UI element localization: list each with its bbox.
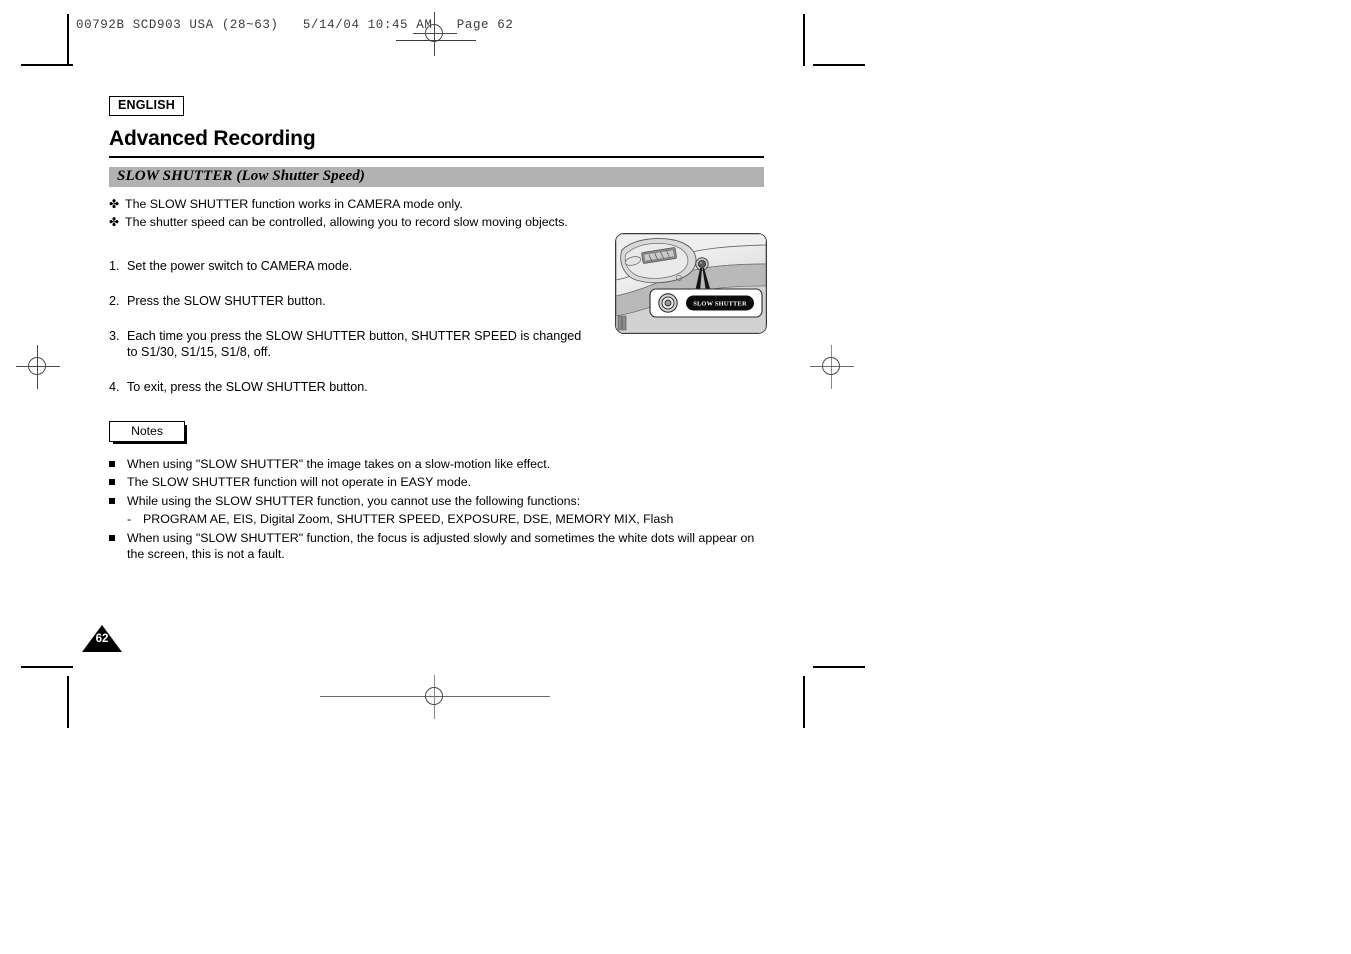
title-divider	[109, 155, 764, 158]
note-text: The SLOW SHUTTER function will not opera…	[127, 475, 472, 490]
page-number-text: 62	[95, 633, 109, 645]
page-title: Advanced Recording	[109, 126, 316, 150]
list-item: When using "SLOW SHUTTER" the image take…	[109, 456, 769, 473]
step-number: 4.	[109, 379, 120, 394]
notes-list: When using "SLOW SHUTTER" the image take…	[109, 456, 769, 563]
club-bullet-icon: ✤	[109, 196, 120, 211]
prepress-header-text: 00792B SCD903 USA (28~63) 5/14/04 10:45 …	[76, 18, 514, 32]
club-bullet-icon: ✤	[109, 214, 120, 229]
dash-marker: -	[127, 512, 132, 527]
list-item-sub: - PROGRAM AE, EIS, Digital Zoom, SHUTTER…	[109, 511, 769, 528]
note-text: When using "SLOW SHUTTER" the image take…	[127, 456, 551, 471]
crop-mark-bottom-right-horizontal	[813, 666, 865, 668]
notes-label: Notes	[109, 420, 185, 442]
step-number: 3.	[109, 328, 120, 343]
crop-mark-top-left-horizontal	[21, 64, 73, 66]
square-bullet-icon	[109, 530, 127, 541]
list-item: The SLOW SHUTTER function will not opera…	[109, 474, 769, 491]
step-text: Press the SLOW SHUTTER button.	[127, 293, 326, 308]
intro-item-text: The SLOW SHUTTER function works in CAMER…	[125, 196, 463, 211]
language-badge: ENGLISH	[109, 96, 184, 116]
registration-circle	[822, 357, 840, 375]
note-sub-text: PROGRAM AE, EIS, Digital Zoom, SHUTTER S…	[143, 512, 674, 527]
crop-mark-bottom-right-vertical	[803, 676, 805, 728]
list-item: 1. Set the power switch to CAMERA mode.	[109, 258, 589, 274]
list-item: 2. Press the SLOW SHUTTER button.	[109, 293, 589, 309]
registration-circle	[28, 357, 46, 375]
list-item: ✤ The SLOW SHUTTER function works in CAM…	[109, 196, 769, 213]
note-text: While using the SLOW SHUTTER function, y…	[127, 493, 581, 508]
registration-circle	[425, 687, 443, 705]
slow-shutter-physical-button	[695, 257, 709, 271]
square-bullet-icon	[109, 474, 127, 486]
list-item: When using "SLOW SHUTTER" function, the …	[109, 530, 769, 563]
registration-mark-left	[16, 345, 60, 389]
crop-mark-bottom-left-vertical	[67, 676, 69, 728]
step-text: Each time you press the SLOW SHUTTER but…	[127, 328, 582, 359]
step-text: Set the power switch to CAMERA mode.	[127, 258, 353, 273]
crop-mark-bottom-left-horizontal	[21, 666, 73, 668]
page-number-marker: 62	[82, 625, 122, 652]
section-title: SLOW SHUTTER (Low Shutter Speed)	[117, 168, 365, 185]
step-number: 1.	[109, 258, 120, 273]
section-header-band: SLOW SHUTTER (Low Shutter Speed)	[109, 166, 764, 187]
step-number: 2.	[109, 293, 120, 308]
crop-mark-top-right-horizontal	[813, 64, 865, 66]
instruction-steps: 1. Set the power switch to CAMERA mode. …	[109, 258, 589, 395]
intro-item-text: The shutter speed can be controlled, all…	[125, 214, 568, 229]
list-item: 4. To exit, press the SLOW SHUTTER butto…	[109, 379, 589, 395]
square-bullet-icon	[109, 456, 127, 467]
note-text: When using "SLOW SHUTTER" function, the …	[127, 530, 755, 562]
registration-mark-right	[810, 345, 854, 389]
registration-mark-bottom-center	[320, 675, 550, 719]
slow-shutter-callout: SLOW SHUTTER	[649, 288, 763, 318]
crop-mark-top-left-vertical	[67, 14, 69, 66]
list-item: ✤ The shutter speed can be controlled, a…	[109, 214, 769, 231]
callout-label: SLOW SHUTTER	[693, 301, 747, 308]
square-bullet-icon	[109, 493, 127, 504]
prepress-header-underline	[396, 40, 476, 41]
camcorder-illustration: SLOW SHUTTER	[615, 233, 767, 334]
step-text: To exit, press the SLOW SHUTTER button.	[127, 379, 368, 394]
intro-bullet-list: ✤ The SLOW SHUTTER function works in CAM…	[109, 196, 769, 231]
button-icon	[658, 293, 678, 313]
list-item: 3. Each time you press the SLOW SHUTTER …	[109, 328, 589, 360]
crop-mark-top-right-vertical	[803, 14, 805, 66]
list-item: While using the SLOW SHUTTER function, y…	[109, 493, 769, 510]
notes-tab-container: Notes	[109, 420, 187, 444]
